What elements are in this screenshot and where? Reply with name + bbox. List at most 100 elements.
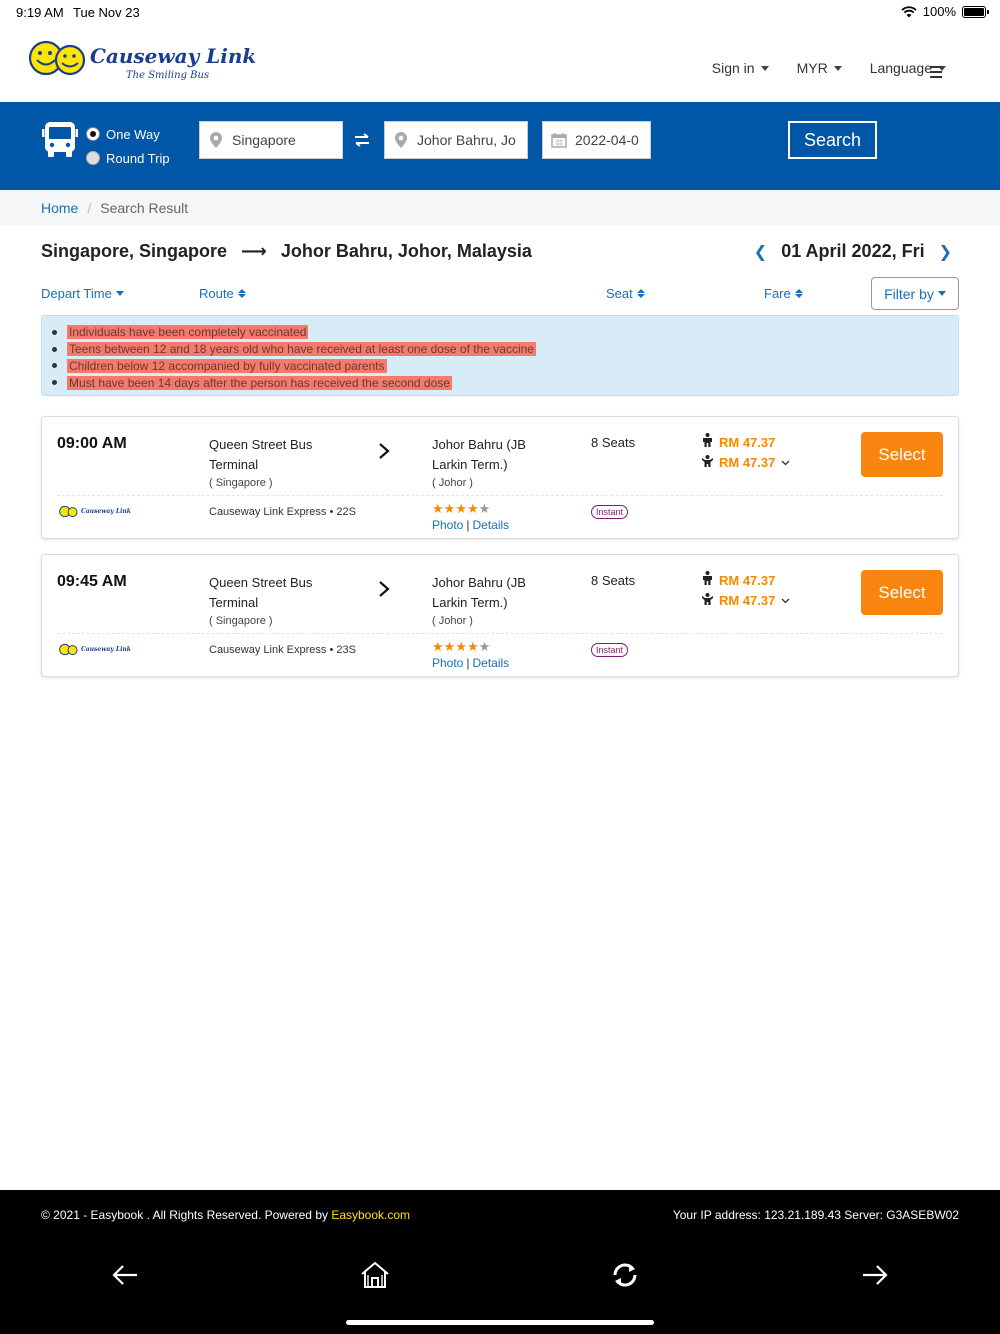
round-trip-radio[interactable]: Round Trip <box>86 146 170 170</box>
destination-terminal: Johor Bahru (JB Larkin Term.) ( Johor ) <box>432 435 552 491</box>
destination-field[interactable]: Johor Bahru, Jo <box>384 121 528 159</box>
sort-seat[interactable]: Seat <box>606 286 645 301</box>
previous-day-chevron-icon[interactable]: ❮ <box>754 242 767 262</box>
logo-tagline: The Smiling Bus <box>126 70 210 81</box>
trip-type-group: One Way Round Trip <box>86 122 170 170</box>
child-fare-row[interactable]: RM 47.37 <box>702 453 790 473</box>
notice-text: Children below 12 accompanied by fully v… <box>67 358 387 373</box>
logo-brand-text: Causeway Link <box>90 44 257 68</box>
ip-address: Your IP address: 123.21.189.43 Server: G… <box>672 1208 959 1222</box>
child-fare: RM 47.37 <box>719 455 776 470</box>
one-way-radio[interactable]: One Way <box>86 122 170 146</box>
sort-icon <box>794 289 803 298</box>
swap-icon[interactable] <box>352 132 372 148</box>
status-right: 100% <box>901 4 989 19</box>
notice-item: Must have been 14 days after the person … <box>52 374 958 391</box>
back-arrow-icon[interactable] <box>110 1260 140 1290</box>
available-seats: 8 Seats <box>591 435 636 450</box>
date-field[interactable]: 2022-04-0 <box>542 121 651 159</box>
depart-time: 09:45 AM <box>57 573 127 590</box>
home-icon[interactable] <box>360 1260 390 1290</box>
wifi-icon <box>901 5 917 17</box>
origin-terminal-name-2: Terminal <box>209 457 259 472</box>
chevron-right-icon <box>377 439 391 467</box>
status-time: 9:19 AM <box>16 5 64 20</box>
star-empty-icon: ★ <box>478 501 491 516</box>
radio-unselected-icon <box>86 151 100 165</box>
notice-text: Teens between 12 and 18 years old who ha… <box>67 342 536 357</box>
forward-arrow-icon[interactable] <box>860 1260 890 1290</box>
child-fare-row[interactable]: RM 47.37 <box>702 591 790 611</box>
sort-depart-time[interactable]: Depart Time <box>41 286 124 301</box>
chevron-right-icon <box>377 577 391 605</box>
operator-logo: Causeway Link <box>59 505 131 518</box>
star-icon: ★ <box>443 639 456 654</box>
origin-terminal: Queen Street Bus Terminal ( Singapore ) <box>209 573 339 629</box>
child-person-icon <box>702 591 713 611</box>
travel-date: 01 April 2022, Fri <box>781 241 925 261</box>
easybook-link[interactable]: Easybook.com <box>331 1208 410 1222</box>
language-label: Language <box>869 60 932 76</box>
radio-selected-icon <box>86 127 100 141</box>
chevron-down-icon <box>781 460 790 466</box>
origin-city: ( Singapore ) <box>209 615 273 627</box>
one-way-label: One Way <box>106 126 160 142</box>
details-link[interactable]: Details <box>472 656 509 670</box>
home-indicator <box>346 1320 654 1325</box>
refresh-icon[interactable] <box>610 1260 640 1290</box>
currency-label: MYR <box>796 60 828 76</box>
bus-icon <box>42 122 78 157</box>
battery-icon <box>962 5 989 18</box>
star-icon: ★ <box>443 501 456 516</box>
star-icon: ★ <box>432 639 444 654</box>
sort-fare-label: Fare <box>764 286 791 301</box>
sort-route[interactable]: Route <box>199 286 246 301</box>
search-button[interactable]: Search <box>788 121 877 159</box>
bullet-icon <box>52 329 57 335</box>
notice-text: Individuals have been completely vaccina… <box>67 325 309 340</box>
filter-by-button[interactable]: Filter by <box>871 277 959 310</box>
service-name: Causeway Link Express • 22S <box>209 506 356 518</box>
star-rating: ★★★★★ <box>432 501 490 517</box>
star-icon: ★ <box>455 501 467 516</box>
select-button[interactable]: Select <box>861 570 943 615</box>
star-icon: ★ <box>466 639 479 654</box>
breadcrumb-home-link[interactable]: Home <box>41 200 78 216</box>
origin-field[interactable]: Singapore <box>199 121 343 159</box>
destination-terminal-name-2: Larkin Term.) <box>432 457 508 472</box>
link-separator: | <box>466 518 470 532</box>
photo-link[interactable]: Photo <box>432 656 463 670</box>
causeway-link-logo[interactable]: Causeway Link The Smiling Bus <box>28 36 256 92</box>
destination-city: ( Johor ) <box>432 615 473 627</box>
copyright-text: © 2021 - Easybook . All Rights Reserved.… <box>41 1208 332 1222</box>
notice-item: Teens between 12 and 18 years old who ha… <box>52 341 958 358</box>
smiley-logo-icon <box>59 643 78 656</box>
sign-in-dropdown[interactable]: Sign in <box>712 60 769 76</box>
sort-depart-time-label: Depart Time <box>41 286 112 301</box>
child-person-icon <box>702 453 713 473</box>
filter-by-label: Filter by <box>884 285 934 302</box>
info-links: Photo | Details <box>432 518 509 532</box>
next-day-chevron-icon[interactable]: ❯ <box>939 242 952 262</box>
currency-dropdown[interactable]: MYR <box>797 60 842 76</box>
trip-card: 09:00 AM Queen Street Bus Terminal ( Sin… <box>41 416 959 539</box>
sort-fare[interactable]: Fare <box>764 286 803 301</box>
select-button[interactable]: Select <box>861 432 943 477</box>
status-bar: 9:19 AM Tue Nov 23 100% <box>0 0 1000 26</box>
photo-link[interactable]: Photo <box>432 518 463 532</box>
details-link[interactable]: Details <box>472 518 509 532</box>
header-nav: Sign in MYR Language <box>712 60 946 76</box>
smiley-logo-icon <box>28 40 86 76</box>
chevron-down-icon <box>781 598 790 604</box>
date-navigator: ❮ 01 April 2022, Fri ❯ <box>754 241 952 262</box>
bullet-icon <box>52 346 57 352</box>
origin-city: ( Singapore ) <box>209 477 273 489</box>
sign-in-label: Sign in <box>711 60 755 76</box>
hamburger-menu-icon[interactable] <box>930 66 942 81</box>
destination-terminal-name-2: Larkin Term.) <box>432 595 508 610</box>
date-value: 2022-04-0 <box>575 132 639 148</box>
sort-icon <box>237 289 246 298</box>
operator-logo-text: Causeway Link <box>81 646 131 653</box>
origin-value: Singapore <box>232 132 296 148</box>
battery-percent: 100% <box>922 4 956 19</box>
